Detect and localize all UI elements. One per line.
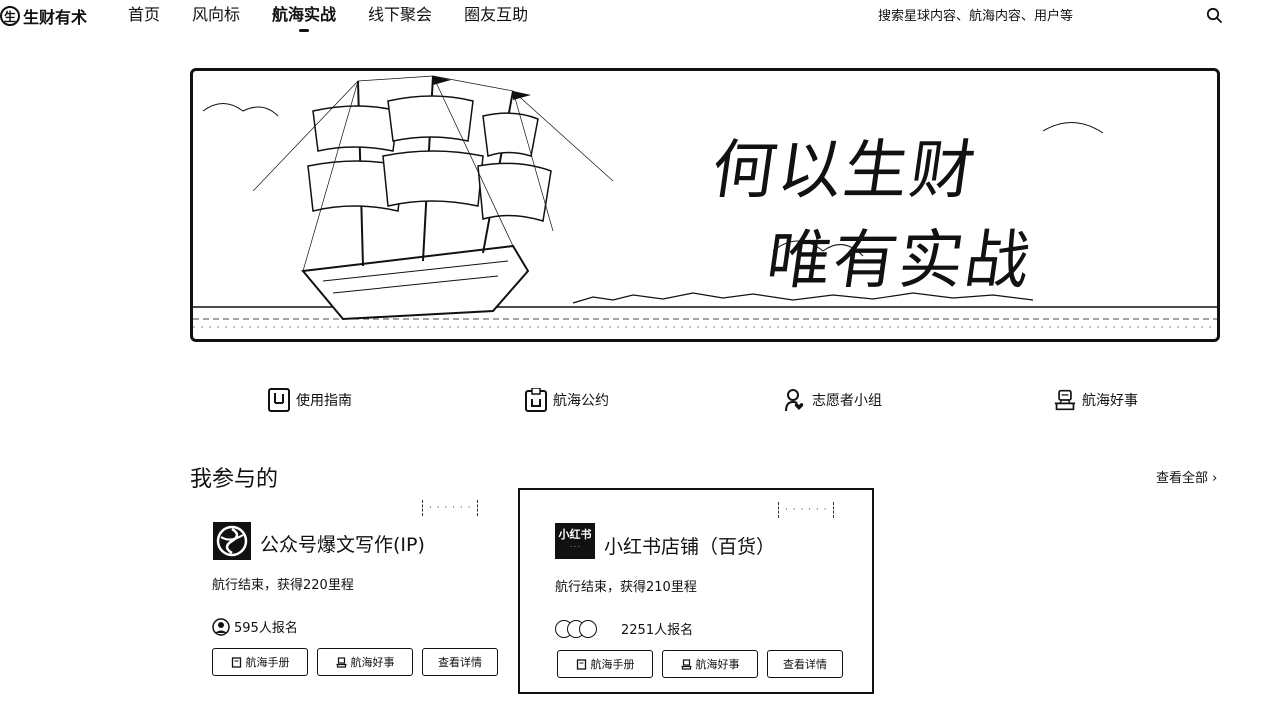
- nav-item-voyage[interactable]: 航海实战: [272, 0, 336, 32]
- button-label: 航海手册: [245, 656, 290, 669]
- search-icon[interactable]: [1206, 7, 1222, 23]
- logo[interactable]: 生 生财有术: [0, 4, 87, 28]
- volunteer-icon: [785, 389, 804, 412]
- card-actions: 航海手册 航海好事 查看详情: [557, 650, 843, 678]
- avatar: [579, 619, 597, 638]
- logo-text: 生财有术: [23, 8, 88, 27]
- good-news-icon: [336, 656, 346, 668]
- card-title: 小红书店铺（百货）: [604, 536, 776, 558]
- voyage-card[interactable]: · · · · · · 公众号爆文写作(IP) 航行结束，获得220里程 595…: [192, 488, 548, 694]
- avatar-icon: [212, 617, 230, 636]
- signup-count: 595人报名: [234, 621, 298, 636]
- card-corner-tag: · · · · · ·: [422, 500, 479, 516]
- quick-link-label: 使用指南: [296, 393, 352, 409]
- see-all-link[interactable]: 查看全部 ›: [1156, 467, 1217, 486]
- good-news-button[interactable]: 航海好事: [317, 648, 413, 676]
- voyage-handbook-button[interactable]: 航海手册: [557, 650, 653, 678]
- nav-item-home[interactable]: 首页: [128, 0, 160, 30]
- card-signup: 595人报名: [212, 617, 298, 636]
- quick-link-label: 志愿者小组: [812, 393, 882, 409]
- button-label: 查看详情: [783, 658, 827, 671]
- button-label: 航海好事: [350, 656, 395, 669]
- card-signup: 2251人报名: [555, 619, 693, 638]
- sailing-ship-illustration: [193, 75, 1217, 328]
- quick-link-label: 航海公约: [553, 393, 609, 409]
- voyage-card-selected[interactable]: · · · · · · 小红书 · · · 小红书店铺（百货） 航行结束，获得2…: [518, 488, 874, 694]
- avatar-group: [555, 619, 605, 638]
- card-status: 航行结束，获得220里程: [212, 578, 354, 593]
- project-icon-text: 小红书: [558, 528, 592, 541]
- good-news-button[interactable]: 航海好事: [662, 650, 758, 678]
- nav-item-trends[interactable]: 风向标: [192, 0, 240, 30]
- book-icon: [231, 656, 241, 668]
- signup-count: 2251人报名: [621, 623, 694, 638]
- banner-slogan-line1: 何以生财: [706, 134, 982, 208]
- button-label: 航海手册: [590, 658, 635, 671]
- book-icon: [576, 658, 586, 670]
- project-icon-subtext: · · ·: [570, 544, 580, 551]
- avatar-group: [212, 617, 230, 636]
- hero-banner[interactable]: 何以生财 唯有实战: [190, 68, 1220, 342]
- quick-link-label: 航海好事: [1082, 393, 1138, 409]
- convention-icon: [525, 388, 547, 412]
- quick-link-good-news[interactable]: 航海好事: [1054, 388, 1138, 412]
- view-details-button[interactable]: 查看详情: [422, 648, 498, 676]
- quick-link-volunteer[interactable]: 志愿者小组: [784, 388, 882, 412]
- card-status: 航行结束，获得210里程: [555, 580, 697, 595]
- main-nav: 首页 风向标 航海实战 线下聚会 圈友互助: [128, 0, 560, 32]
- nav-item-meetups[interactable]: 线下聚会: [368, 0, 432, 30]
- project-icon: 小红书 · · ·: [555, 523, 595, 559]
- banner-slogan-line2: 唯有实战: [761, 224, 1037, 298]
- card-actions: 航海手册 航海好事 查看详情: [212, 648, 498, 676]
- button-label: 航海好事: [695, 658, 740, 671]
- view-details-button[interactable]: 查看详情: [767, 650, 843, 678]
- logo-mark-icon: 生: [0, 6, 20, 26]
- quick-links: 使用指南 航海公约 志愿者小组 航海好事: [0, 388, 1280, 416]
- good-news-icon: [681, 658, 691, 670]
- quick-link-convention[interactable]: 航海公约: [525, 388, 609, 412]
- button-label: 查看详情: [438, 656, 482, 669]
- top-navigation: 生 生财有术 首页 风向标 航海实战 线下聚会 圈友互助: [0, 0, 1280, 34]
- card-corner-tag: · · · · · ·: [778, 502, 835, 518]
- nav-item-mutual-help[interactable]: 圈友互助: [464, 0, 528, 30]
- card-title: 公众号爆文写作(IP): [260, 534, 425, 556]
- good-news-icon: [1054, 389, 1076, 411]
- quick-link-guide[interactable]: 使用指南: [268, 388, 352, 412]
- search-input[interactable]: [878, 6, 1208, 26]
- project-icon: [213, 522, 251, 560]
- guide-icon: [268, 388, 290, 412]
- voyage-handbook-button[interactable]: 航海手册: [212, 648, 308, 676]
